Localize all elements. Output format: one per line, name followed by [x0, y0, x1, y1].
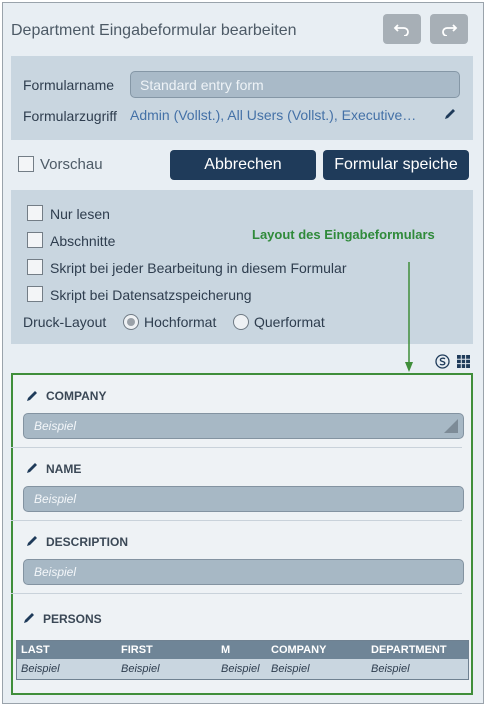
read-only-checkbox[interactable]: [27, 205, 43, 221]
cancel-button[interactable]: Abbrechen: [170, 150, 316, 180]
company-combo[interactable]: Beispiel: [23, 413, 464, 439]
column-header-m[interactable]: M: [221, 644, 230, 656]
cell-m[interactable]: Beispiel: [221, 663, 260, 675]
persons-table-header: LAST FIRST M COMPANY DEPARTMENT: [17, 641, 468, 659]
script-on-save-label: Skript bei Datensatzspeicherung: [50, 287, 252, 303]
column-header-department[interactable]: DEPARTMENT: [371, 644, 447, 656]
column-header-company[interactable]: COMPANY: [271, 644, 326, 656]
persons-table[interactable]: LAST FIRST M COMPANY DEPARTMENT Beispiel…: [16, 640, 469, 680]
column-header-first[interactable]: FIRST: [121, 644, 153, 656]
cell-last[interactable]: Beispiel: [21, 663, 60, 675]
column-header-last[interactable]: LAST: [21, 644, 50, 656]
redo-icon: [442, 24, 458, 36]
undo-button[interactable]: [383, 14, 421, 44]
landscape-radio[interactable]: [233, 314, 249, 330]
table-row[interactable]: Beispiel Beispiel Beispiel Beispiel Beis…: [17, 659, 468, 679]
cell-department[interactable]: Beispiel: [371, 663, 410, 675]
pencil-icon[interactable]: [22, 611, 36, 625]
landscape-label: Querformat: [254, 314, 325, 330]
script-each-edit-checkbox[interactable]: [27, 259, 43, 275]
layout-annotation: Layout des Eingabeformulars: [252, 227, 435, 242]
redo-button[interactable]: [430, 14, 468, 44]
undo-icon: [393, 24, 409, 36]
portrait-radio[interactable]: [123, 314, 139, 330]
form-name-input[interactable]: Standard entry form: [130, 71, 460, 98]
company-label: COMPANY: [46, 389, 107, 403]
name-label: NAME: [46, 462, 82, 476]
window-title: Department Eingabeformular bearbeiten: [11, 22, 297, 39]
form-settings-panel: [11, 56, 473, 140]
sections-label: Abschnitte: [50, 233, 116, 249]
pencil-icon[interactable]: [25, 461, 39, 475]
cell-company[interactable]: Beispiel: [271, 663, 310, 675]
script-each-edit-label: Skript bei jeder Bearbeitung in diesem F…: [50, 260, 347, 276]
pencil-icon[interactable]: [25, 389, 39, 403]
print-layout-label: Druck-Layout: [23, 314, 107, 330]
read-only-label: Nur lesen: [50, 206, 110, 222]
grid-icon[interactable]: [456, 354, 471, 369]
form-name-label: Formularname: [23, 77, 115, 93]
form-access-label: Formularzugriff: [23, 108, 117, 124]
portrait-radio-dot: [127, 318, 135, 326]
cell-first[interactable]: Beispiel: [121, 663, 160, 675]
s-circle-icon[interactable]: [435, 354, 450, 369]
annotation-arrow: [405, 262, 413, 372]
name-input[interactable]: Beispiel: [23, 486, 464, 512]
sections-checkbox[interactable]: [27, 232, 43, 248]
save-form-button[interactable]: Formular speiche: [323, 150, 469, 180]
preview-checkbox[interactable]: [18, 156, 34, 172]
preview-label: Vorschau: [40, 156, 103, 173]
description-label: DESCRIPTION: [46, 535, 129, 549]
portrait-label: Hochformat: [144, 314, 217, 330]
pencil-icon[interactable]: [443, 107, 457, 121]
pencil-icon[interactable]: [25, 534, 39, 548]
persons-label: PERSONS: [43, 612, 102, 626]
description-input[interactable]: Beispiel: [23, 559, 464, 585]
combo-arrow-icon: [444, 419, 458, 433]
script-on-save-checkbox[interactable]: [27, 286, 43, 302]
form-access-link[interactable]: Admin (Vollst.), All Users (Vollst.), Ex…: [130, 107, 416, 123]
